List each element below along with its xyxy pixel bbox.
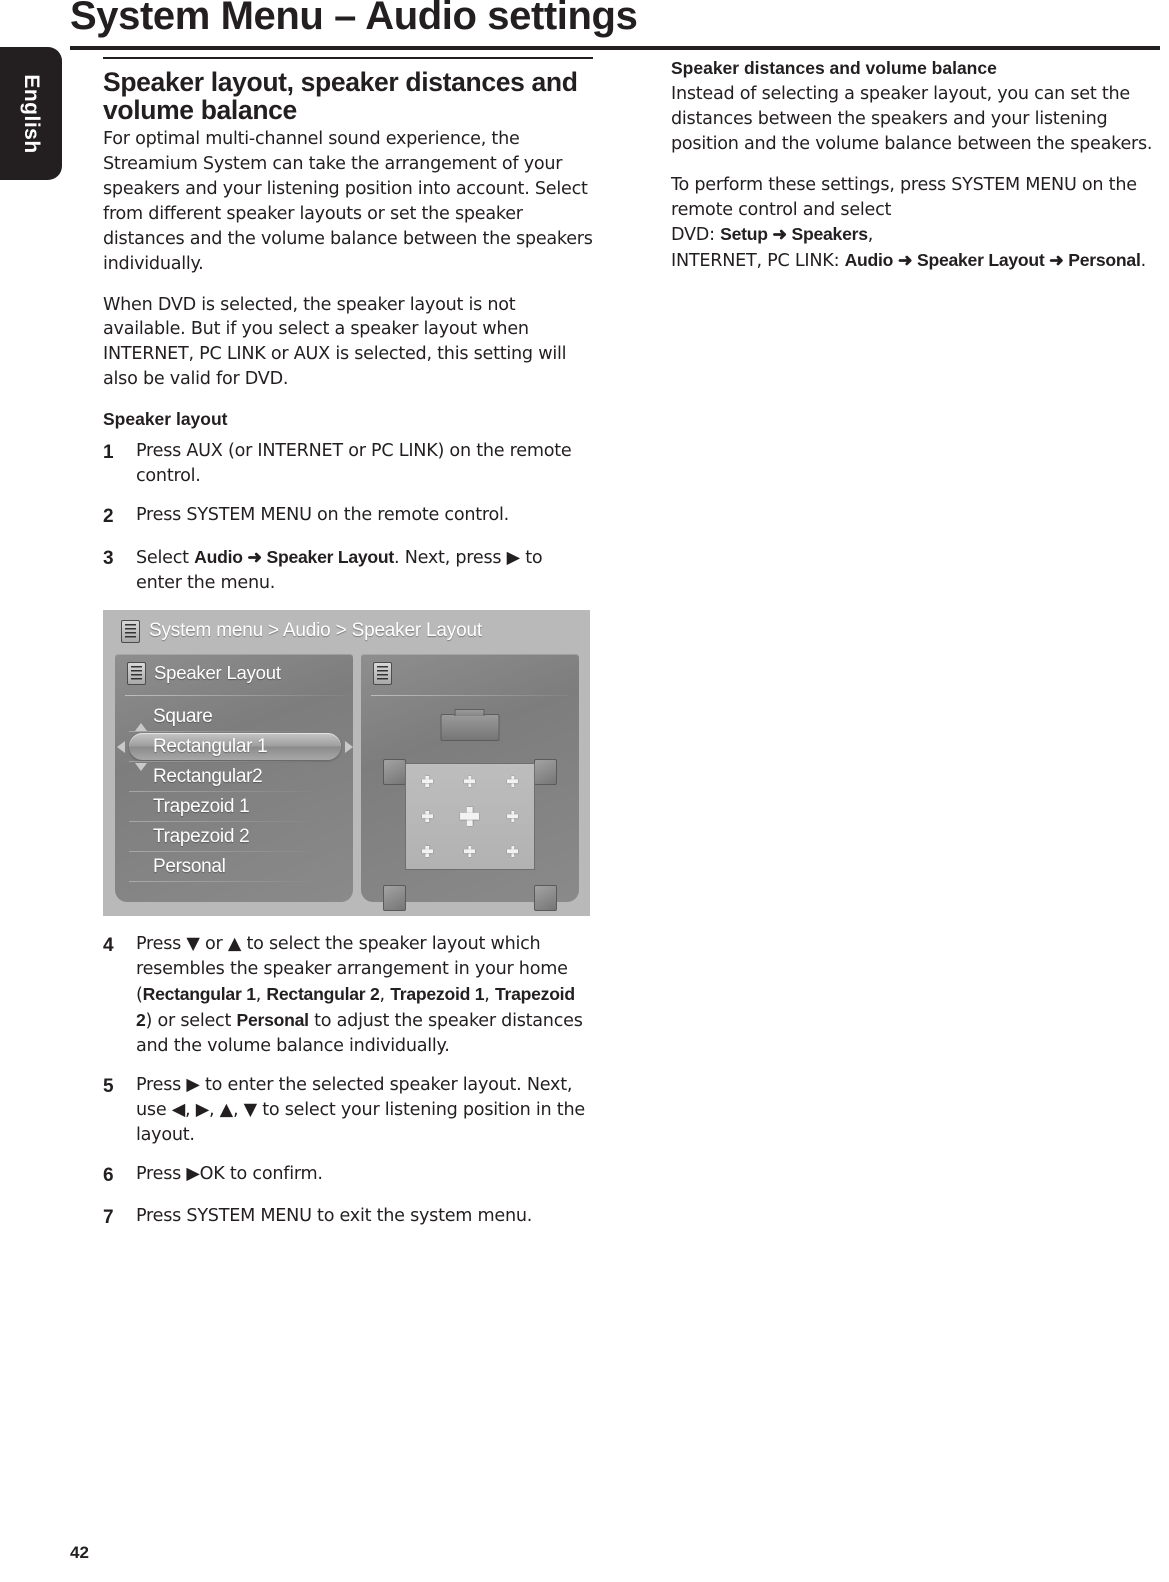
tv-screenshot-figure: System menu > Audio > Speaker Layout Spe… <box>103 609 590 916</box>
steps-list-part-1: 1 Press AUX (or INTERNET or PC LINK) on … <box>103 439 593 596</box>
right-paragraph-1: Instead of selecting a speaker layout, y… <box>671 83 1153 154</box>
step-item: 1 Press AUX (or INTERNET or PC LINK) on … <box>103 439 593 489</box>
listening-position[interactable] <box>507 846 518 857</box>
speaker-front-right-icon <box>534 758 557 785</box>
speaker-layout-preview-panel <box>361 653 579 911</box>
nav-right-icon[interactable] <box>345 740 353 753</box>
menu-option-personal[interactable]: Personal <box>115 852 353 882</box>
panel-header-divider <box>125 694 343 696</box>
step-number: 7 <box>103 1206 114 1228</box>
speaker-layout-panel: Speaker Layout Square Rectangular 1 Rect… <box>115 653 353 902</box>
steps-list-part-2: 4 Press ▼ or ▲ to select the speaker lay… <box>103 932 593 1232</box>
step-text: Press SYSTEM MENU to exit the system men… <box>136 1205 533 1226</box>
menu-option-label: Rectangular 1 <box>153 735 268 757</box>
right-column: Speaker distances and volume balance Ins… <box>671 57 1161 274</box>
step-number: 5 <box>103 1075 114 1097</box>
menu-option-rectangular-1[interactable]: Rectangular 1 <box>115 722 353 771</box>
right-paragraph-2: To perform these settings, press SYSTEM … <box>671 174 1146 272</box>
left-column-divider <box>103 57 593 59</box>
menu-option-label: Trapezoid 2 <box>153 825 250 847</box>
speaker-layout-subheading: Speaker layout <box>103 409 228 430</box>
step-item: 7 Press SYSTEM MENU to exit the system m… <box>103 1204 593 1232</box>
listening-position-grid <box>406 764 534 869</box>
intro-paragraph-1: For optimal multi-channel sound experien… <box>103 128 593 274</box>
step-item: 6 Press ▶OK to confirm. <box>103 1162 593 1190</box>
nav-left-icon[interactable] <box>117 740 125 753</box>
menu-option-trapezoid-1[interactable]: Trapezoid 1 <box>115 792 353 822</box>
menu-list-icon <box>121 619 140 643</box>
breadcrumb-label: System menu > Audio > Speaker Layout <box>149 620 482 642</box>
step-number: 3 <box>103 547 114 569</box>
menu-option-label: Square <box>153 705 213 727</box>
step-item: 2 Press SYSTEM MENU on the remote contro… <box>103 503 593 531</box>
listening-area <box>405 762 535 870</box>
listening-position[interactable] <box>422 846 433 857</box>
nav-up-icon[interactable] <box>135 722 147 731</box>
speaker-rear-right-icon <box>534 884 557 911</box>
step-number: 4 <box>103 934 114 956</box>
menu-option-trapezoid-2[interactable]: Trapezoid 2 <box>115 822 353 852</box>
language-tab-label: English <box>20 73 43 154</box>
step-text: Press ▶ to enter the selected speaker la… <box>136 1074 585 1145</box>
step-text: Press SYSTEM MENU on the remote control. <box>136 504 509 525</box>
section-heading: Speaker layout, speaker distances and vo… <box>103 67 578 126</box>
panel-title: Speaker Layout <box>154 662 281 684</box>
menu-option-rectangular-2[interactable]: Rectangular2 <box>115 762 353 792</box>
step-item: 3 Select Audio ➜ Speaker Layout. Next, p… <box>103 545 593 596</box>
speaker-layout-diagram <box>361 702 579 911</box>
step-number: 1 <box>103 442 114 463</box>
language-tab: English <box>0 47 62 180</box>
listening-position[interactable] <box>422 811 433 822</box>
listening-position[interactable] <box>507 811 518 822</box>
menu-list-icon <box>373 661 392 685</box>
nav-down-icon[interactable] <box>135 762 147 771</box>
listening-position[interactable] <box>507 776 518 787</box>
breadcrumb: System menu > Audio > Speaker Layout <box>121 619 482 643</box>
step-text: Press ▶OK to confirm. <box>136 1163 323 1184</box>
title-divider <box>70 46 1160 50</box>
tv-display-icon <box>440 708 500 741</box>
step-number: 6 <box>103 1164 114 1186</box>
menu-option-label: Personal <box>153 855 226 877</box>
menu-list-icon <box>127 661 146 685</box>
step-number: 2 <box>103 505 114 527</box>
right-subheading: Speaker distances and volume balance <box>671 58 997 78</box>
step-text: Press AUX (or INTERNET or PC LINK) on th… <box>136 441 572 486</box>
step-text: Press ▼ or ▲ to select the speaker layou… <box>136 933 583 1056</box>
step-item: 4 Press ▼ or ▲ to select the speaker lay… <box>103 932 593 1059</box>
page-number: 42 <box>70 1543 89 1562</box>
preview-panel-divider <box>371 694 569 696</box>
step-text: Select Audio ➜ Speaker Layout. Next, pre… <box>136 546 543 593</box>
preview-panel-header <box>373 661 392 685</box>
panel-header: Speaker Layout <box>127 661 281 685</box>
menu-option-square[interactable]: Square <box>115 702 353 732</box>
speaker-rear-left-icon <box>383 884 406 911</box>
intro-paragraph-2: When DVD is selected, the speaker layout… <box>103 294 567 390</box>
menu-option-label: Rectangular2 <box>153 765 263 787</box>
step-item: 5 Press ▶ to enter the selected speaker … <box>103 1073 593 1148</box>
left-column: Speaker layout, speaker distances and vo… <box>103 57 593 1246</box>
listening-position[interactable] <box>464 776 475 787</box>
listening-position[interactable] <box>422 776 433 787</box>
speaker-front-left-icon <box>383 758 406 785</box>
speaker-layout-options: Square Rectangular 1 Rectangular2 Trapez… <box>115 702 353 882</box>
page-title: System Menu – Audio settings <box>70 0 638 38</box>
listening-position-selected[interactable] <box>460 807 479 826</box>
menu-option-label: Trapezoid 1 <box>153 795 250 817</box>
listening-position[interactable] <box>464 846 475 857</box>
